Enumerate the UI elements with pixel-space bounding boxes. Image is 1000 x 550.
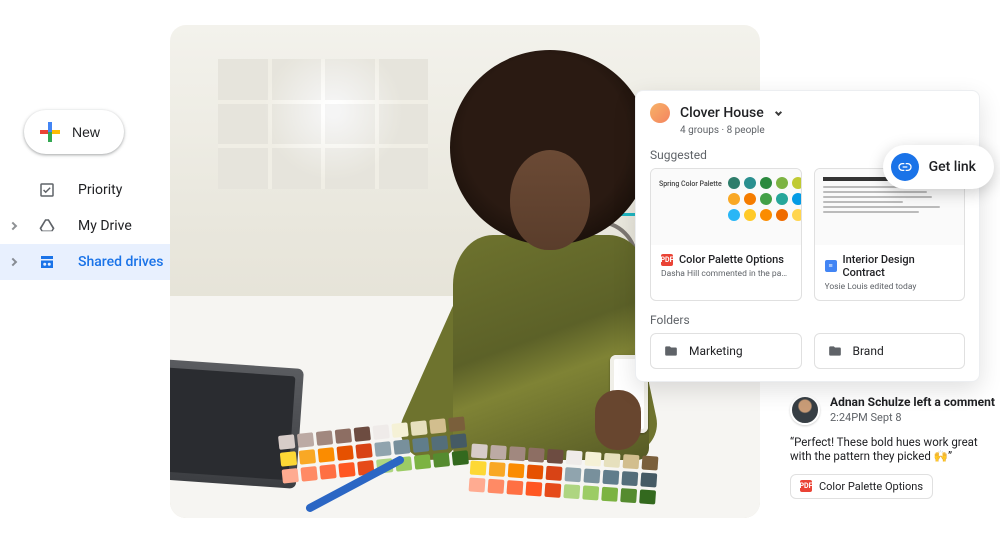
drive-subtitle: 4 groups · 8 people: [680, 125, 965, 136]
drive-title[interactable]: Clover House: [680, 105, 764, 121]
drive-icon: [38, 217, 56, 235]
sidebar-item-label: My Drive: [78, 218, 132, 234]
priority-icon: [38, 181, 56, 199]
commenter-avatar: [790, 395, 820, 425]
folder-brand[interactable]: Brand: [814, 333, 966, 369]
comment-file-name: Color Palette Options: [819, 480, 923, 493]
chevron-down-icon[interactable]: [775, 109, 782, 116]
folder-marketing[interactable]: Marketing: [650, 333, 802, 369]
plus-icon: [40, 122, 60, 142]
pdf-icon: PDF: [800, 480, 812, 492]
get-link-label: Get link: [929, 159, 976, 175]
comment-card: Adnan Schulze left a comment 2:24PM Sept…: [790, 395, 998, 499]
file-activity-label: Yosie Louis edited today: [825, 282, 955, 292]
folder-icon: [663, 344, 679, 358]
pdf-icon: PDF: [661, 254, 673, 266]
file-name-label: Interior Design Contract: [843, 253, 955, 279]
new-button[interactable]: New: [24, 110, 124, 154]
file-name-label: Color Palette Options: [679, 253, 784, 266]
sidebar-item-label: Priority: [78, 182, 122, 198]
new-button-label: New: [72, 124, 100, 140]
drive-avatar: [650, 103, 670, 123]
comment-file-chip[interactable]: PDF Color Palette Options: [790, 474, 933, 499]
comment-timestamp: 2:24PM Sept 8: [830, 411, 995, 424]
file-thumbnail: Spring Color Palette: [651, 169, 801, 245]
chevron-right-icon: [9, 258, 17, 266]
comment-author-line: Adnan Schulze left a comment: [830, 395, 995, 409]
folder-name-label: Brand: [853, 344, 884, 358]
folder-icon: [827, 344, 843, 358]
comment-body: “Perfect! These bold hues work great wit…: [790, 435, 998, 463]
shared-drive-panel: Clover House 4 groups · 8 people Suggest…: [635, 90, 980, 382]
file-activity-label: Dasha Hill commented in the past month: [661, 269, 791, 279]
chevron-right-icon: [9, 222, 17, 230]
folder-name-label: Marketing: [689, 344, 743, 358]
link-icon: [891, 153, 919, 181]
file-card-color-palette[interactable]: Spring Color Palette PDF Color Palette Op…: [650, 168, 802, 301]
folders-label: Folders: [650, 313, 965, 327]
get-link-button[interactable]: Get link: [883, 145, 994, 189]
sidebar-item-label: Shared drives: [78, 254, 163, 270]
docs-icon: ≡: [825, 260, 837, 272]
shared-drives-icon: [38, 253, 56, 271]
